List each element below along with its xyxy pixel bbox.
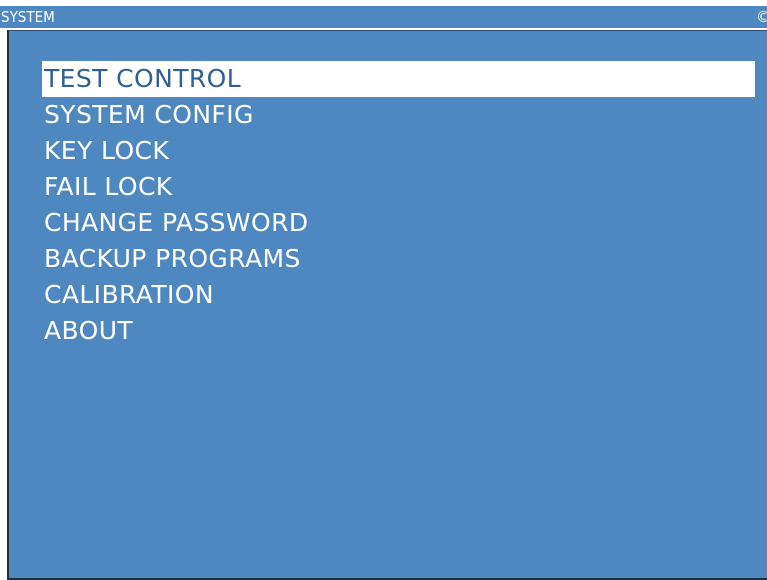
menu-item-system-config[interactable]: SYSTEM CONFIG	[42, 97, 755, 133]
menu-item-backup-programs[interactable]: BACKUP PROGRAMS	[42, 241, 755, 277]
system-screen: SYSTEM © TEST CONTROL SYSTEM CONFIG KEY …	[0, 0, 767, 580]
menu-item-calibration[interactable]: CALIBRATION	[42, 277, 755, 313]
system-menu: TEST CONTROL SYSTEM CONFIG KEY LOCK FAIL…	[42, 61, 755, 349]
title-bar: SYSTEM ©	[0, 6, 767, 28]
menu-panel: TEST CONTROL SYSTEM CONFIG KEY LOCK FAIL…	[7, 30, 767, 580]
window-title: SYSTEM	[1, 8, 55, 26]
menu-item-test-control[interactable]: TEST CONTROL	[42, 61, 755, 97]
menu-item-about[interactable]: ABOUT	[42, 313, 755, 349]
menu-item-fail-lock[interactable]: FAIL LOCK	[42, 169, 755, 205]
corner-status-icon: ©	[756, 8, 767, 26]
menu-item-change-password[interactable]: CHANGE PASSWORD	[42, 205, 755, 241]
menu-item-key-lock[interactable]: KEY LOCK	[42, 133, 755, 169]
